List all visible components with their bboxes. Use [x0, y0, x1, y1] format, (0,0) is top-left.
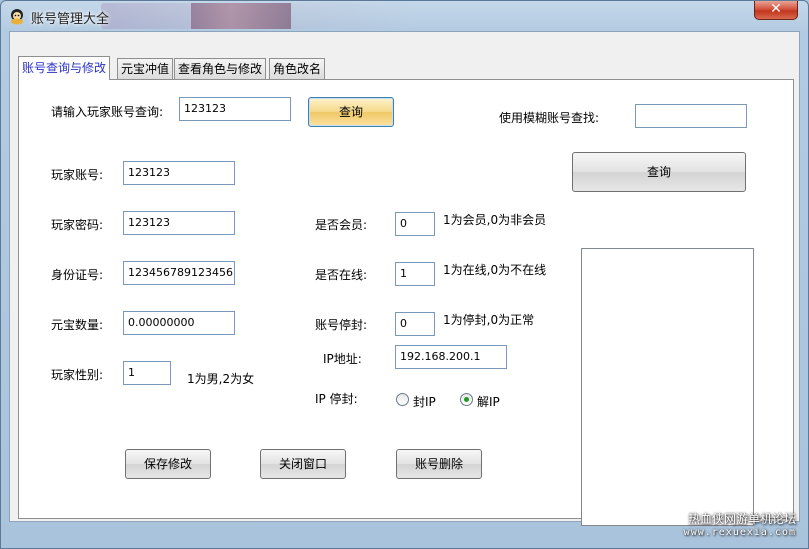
query-button[interactable]: 查询 [308, 97, 394, 127]
ip-field[interactable]: 192.168.200.1 [395, 345, 507, 369]
banned-label: 账号停封: [315, 318, 368, 332]
app-icon [11, 9, 23, 25]
member-field[interactable]: 0 [395, 212, 435, 236]
watermark-url: www.rexuexia.com [683, 527, 796, 538]
banned-hint: 1为停封,0为正常 [443, 313, 535, 327]
gender-field[interactable]: 1 [123, 361, 171, 385]
id-number-label: 身份证号: [51, 268, 104, 282]
fuzzy-query-button[interactable]: 查询 [572, 152, 746, 192]
title-bar-artwork [191, 3, 291, 29]
account-query-input[interactable]: 123123 [179, 97, 291, 121]
password-label: 玩家密码: [51, 218, 104, 232]
delete-account-button[interactable]: 账号删除 [396, 449, 482, 479]
tab-view-roles[interactable]: 查看角色与修改 [174, 58, 267, 79]
yuanbao-label: 元宝数量: [51, 318, 104, 332]
member-hint: 1为会员,0为非会员 [443, 213, 547, 227]
member-label: 是否会员: [315, 218, 368, 232]
account-label: 玩家账号: [51, 168, 104, 182]
gender-label: 玩家性别: [51, 368, 104, 382]
title-bar[interactable]: 账号管理大全 ✕ [1, 1, 808, 31]
account-field[interactable]: 123123 [123, 161, 235, 185]
unban-ip-radio-label[interactable]: 解IP [477, 393, 500, 410]
tab-panel-account-query: 请输入玩家账号查询: 123123 查询 使用模糊账号查找: 查询 玩家账号: … [18, 79, 794, 526]
ip-ban-label: IP 停封: [315, 392, 358, 406]
app-window: 账号管理大全 ✕ 账号查询与修改 元宝冲值 查看角色与修改 角色改名 请输入玩家… [0, 0, 809, 549]
online-label: 是否在线: [315, 268, 368, 282]
online-field[interactable]: 1 [395, 262, 435, 286]
gender-hint: 1为男,2为女 [187, 372, 255, 386]
id-number-field[interactable]: 123456789123456789 [123, 261, 235, 285]
save-changes-button[interactable]: 保存修改 [125, 449, 211, 479]
title-bar-decoration [101, 3, 421, 29]
password-field[interactable]: 123123 [123, 211, 235, 235]
window-title: 账号管理大全 [31, 12, 110, 27]
watermark-title: 热血侠网游单机论坛 [687, 512, 796, 526]
search-results-list[interactable] [581, 248, 754, 526]
query-label: 请输入玩家账号查询: [51, 105, 164, 119]
unban-ip-radio[interactable] [460, 393, 473, 406]
client-area: 账号查询与修改 元宝冲值 查看角色与修改 角色改名 请输入玩家账号查询: 123… [9, 31, 800, 526]
close-window-action-button[interactable]: 关闭窗口 [260, 449, 346, 479]
ban-ip-radio[interactable] [396, 393, 409, 406]
banned-field[interactable]: 0 [395, 312, 435, 336]
tab-account-query[interactable]: 账号查询与修改 [18, 56, 111, 80]
online-hint: 1为在线,0为不在线 [443, 263, 547, 277]
fuzzy-search-label: 使用模糊账号查找: [499, 111, 600, 125]
ban-ip-radio-label[interactable]: 封IP [413, 393, 436, 410]
yuanbao-field[interactable]: 0.00000000 [123, 311, 235, 335]
ip-label: IP地址: [323, 352, 362, 366]
close-window-button[interactable]: ✕ [754, 1, 798, 20]
tab-role-rename[interactable]: 角色改名 [269, 58, 326, 79]
site-watermark: 热血侠网游单机论坛 www.rexuexia.com [684, 510, 796, 538]
tab-yuanbao-recharge[interactable]: 元宝冲值 [117, 58, 174, 79]
fuzzy-search-input[interactable] [635, 104, 747, 128]
